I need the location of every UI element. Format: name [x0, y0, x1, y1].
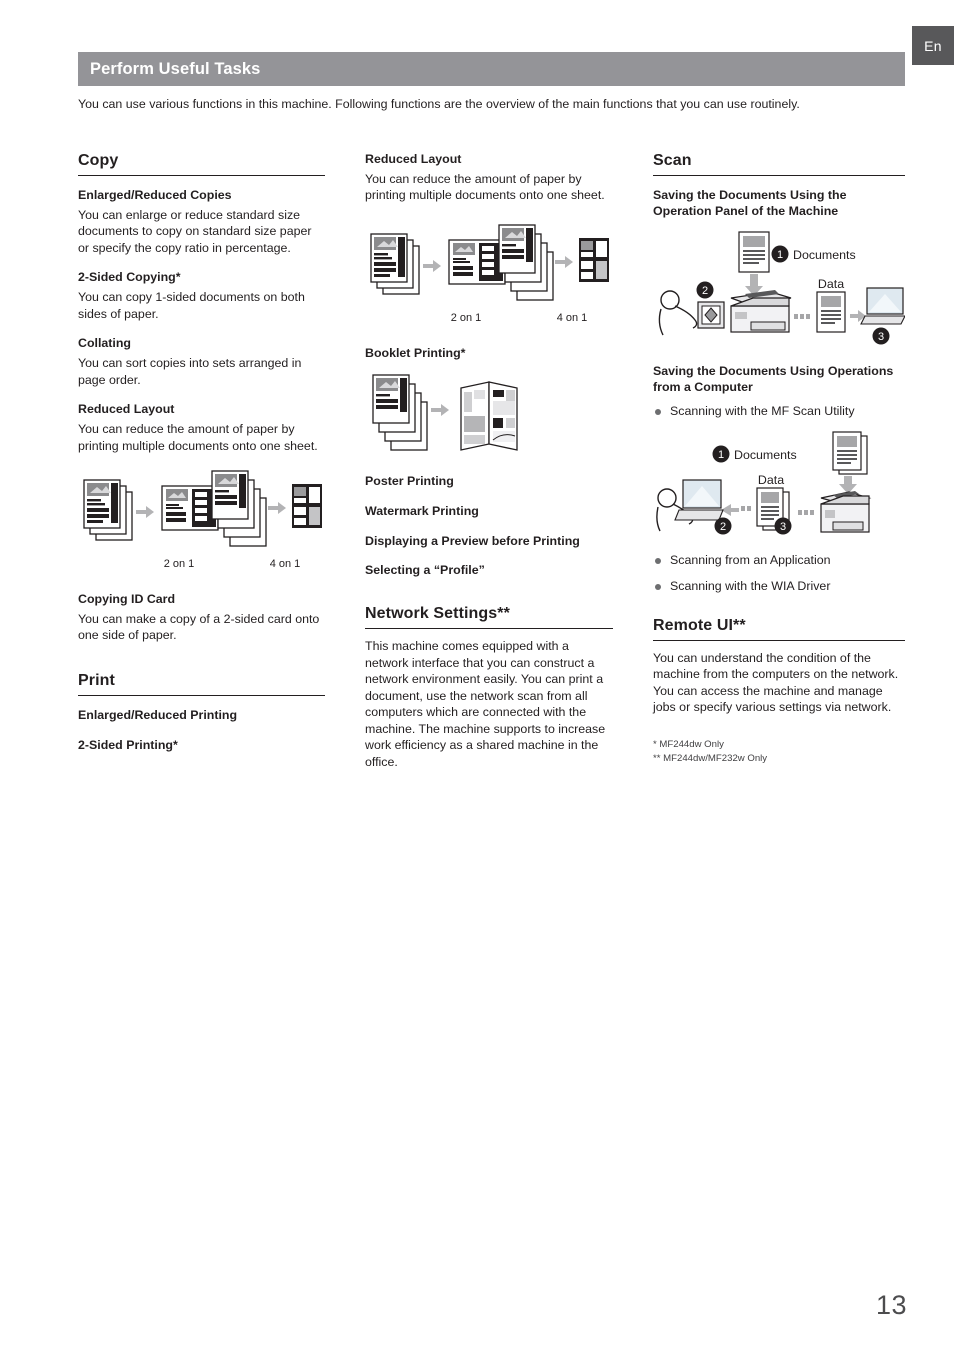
list-item-mf-scan-utility: Scanning with the MF Scan Utility: [653, 403, 905, 420]
language-tab: En: [912, 26, 954, 65]
figure-caption-2-on-1: 2 on 1: [450, 311, 482, 324]
section-heading-scan: Scan: [653, 152, 905, 176]
step-badge-3-label: 3: [878, 331, 884, 343]
scan-bullets-before: Scanning with the MF Scan Utility: [653, 403, 905, 420]
booklet-printing-diagram: [372, 374, 518, 451]
body-reduced-layout-copy: You can reduce the amount of paper by pr…: [78, 422, 318, 453]
subheading-collating: Collating: [78, 336, 131, 351]
documents-icon: [832, 431, 868, 475]
footnote-single-asterisk: * MF244dw Only: [653, 738, 724, 750]
computer-icon: [860, 287, 905, 325]
computer-icon: [674, 479, 724, 521]
scan-bullets-after: Scanning from an Application Scanning wi…: [653, 552, 905, 594]
body-2-sided-copying: You can copy 1-sided documents on both s…: [78, 290, 305, 321]
section-heading-network-settings: Network Settings**: [365, 605, 613, 630]
documents-icon: [738, 231, 770, 273]
data-flow-dots-left: [741, 506, 751, 512]
subheading-enlarged-reduced-copies: Enlarged/Reduced Copies: [78, 188, 232, 202]
body-network-settings: This machine comes equipped with a netwo…: [365, 639, 606, 769]
figure-scan-operation-panel: 1 Documents 2 Data 3: [653, 226, 905, 346]
page-title: Perform Useful Tasks: [90, 59, 261, 78]
subheading-saving-documents-from-computer: Saving the Documents Using Operations fr…: [653, 363, 894, 394]
intro-paragraph: You can use various functions in this ma…: [78, 97, 800, 111]
arrow-icon: [555, 255, 573, 268]
scan-operation-panel-diagram: 1 Documents 2 Data 3: [658, 231, 905, 345]
person-icon: [658, 290, 698, 336]
subheading-copying-id-card: Copying ID Card: [78, 592, 176, 606]
step-badge-3-label: 3: [780, 521, 786, 533]
body-enlarged-reduced-copies: You can enlarge or reduce standard size …: [78, 207, 312, 255]
subheading-poster-printing: Poster Printing: [365, 473, 454, 488]
body-remote-ui: You can understand the condition of the …: [653, 650, 899, 715]
column-middle: Reduced Layout You can reduce the amount…: [365, 152, 613, 770]
figure-caption-2-on-1: 2 on 1: [163, 558, 195, 570]
column-left: Copy Enlarged/Reduced Copies You can enl…: [78, 152, 325, 757]
figure-booklet-printing: [365, 368, 613, 460]
step-badge-2-label: 2: [702, 285, 708, 297]
arrow-icon: [136, 506, 154, 518]
label-data: Data: [758, 473, 784, 487]
body-collating: You can sort copies into sets arranged i…: [78, 356, 302, 387]
subheading-2-sided-copying: 2-Sided Copying*: [78, 270, 181, 285]
start-button-icon: [697, 301, 725, 329]
step-badge-1-label: 1: [777, 249, 783, 261]
page-content-glyphs: [87, 483, 118, 523]
step-badge-2-label: 2: [720, 521, 726, 533]
section-heading-copy: Copy: [78, 152, 325, 176]
list-item-scanning-wia-driver: Scanning with the WIA Driver: [653, 578, 905, 595]
section-header-bar: Perform Useful Tasks: [78, 52, 905, 86]
figure-reduced-layout-print: 2 on 1 4 on 1: [365, 216, 613, 328]
section-heading-remote-ui: Remote UI**: [653, 617, 905, 641]
subheading-reduced-layout-copy: Reduced Layout: [78, 402, 175, 417]
body-copying-id-card: You can make a copy of a 2-sided card on…: [78, 611, 320, 643]
language-tab-label: En: [924, 37, 942, 54]
scan-from-computer-diagram: 1 Documents Data 2 3: [656, 431, 872, 535]
figure-caption-4-on-1: 4 on 1: [269, 558, 301, 570]
arrow-icon: [423, 259, 441, 272]
subheading-enlarged-reduced-printing: Enlarged/Reduced Printing: [78, 707, 238, 722]
body-reduced-layout-print: You can reduce the amount of paper by pr…: [365, 171, 605, 203]
figure-caption-4-on-1: 4 on 1: [556, 311, 588, 324]
arrow-icon: [268, 502, 286, 514]
page-number: 13: [876, 1290, 908, 1320]
subheading-reduced-layout-print: Reduced Layout: [365, 152, 462, 166]
subheading-preview-before-printing: Displaying a Preview before Printing: [365, 533, 580, 548]
data-flow-dots-right: [798, 510, 814, 516]
step-badge-1-label: 1: [718, 449, 724, 461]
label-documents: Documents: [734, 448, 797, 462]
section-heading-print: Print: [78, 672, 325, 696]
label-documents: Documents: [793, 248, 856, 262]
printer-icon: [730, 289, 792, 333]
arrow-icon: [431, 403, 449, 416]
subheading-watermark-printing: Watermark Printing: [365, 503, 479, 518]
subheading-2-sided-printing: 2-Sided Printing*: [78, 737, 178, 752]
figure-scan-from-computer: 1 Documents Data 2 3: [653, 428, 905, 548]
list-item-scanning-from-application: Scanning from an Application: [653, 552, 905, 569]
data-document-icon: [816, 291, 846, 333]
subheading-selecting-a-profile: Selecting a “Profile”: [365, 563, 485, 578]
footnote-double-asterisk: ** MF244dw/MF232w Only: [653, 752, 768, 764]
figure-reduced-layout-copy: 2 on 1 4 on 1: [78, 462, 325, 574]
printer-icon: [820, 491, 872, 533]
data-flow-dots: [794, 313, 810, 319]
subheading-booklet-printing: Booklet Printing*: [365, 345, 466, 360]
footnotes: * MF244dw Only ** MF244dw/MF232w Only: [653, 738, 905, 766]
label-data: Data: [818, 277, 844, 291]
subheading-saving-documents-operation-panel: Saving the Documents Using the Operation…: [653, 188, 847, 218]
arrow-left-icon: [721, 504, 739, 517]
column-right: Scan Saving the Documents Using the Oper…: [653, 152, 905, 766]
